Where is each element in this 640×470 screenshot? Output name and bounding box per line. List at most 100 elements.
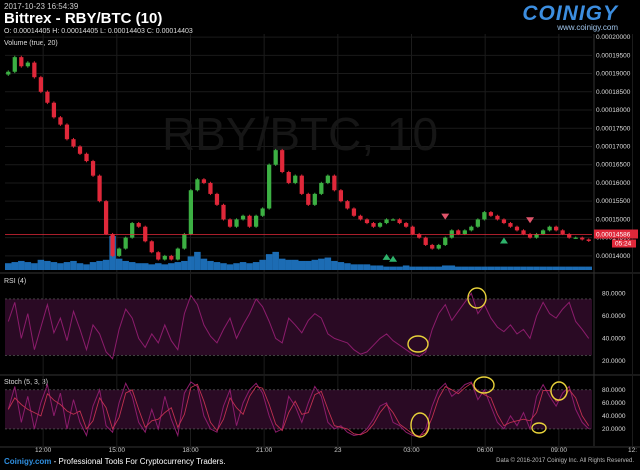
x-axis: 12:00 15:00 18:00 21:00 23 03:00 06:00 09:00 12:: [35, 447, 637, 454]
x-tick-label: 21:00: [256, 447, 273, 454]
volume-bar: [252, 262, 260, 270]
volume-bar: [174, 262, 182, 270]
candle-body: [45, 91, 50, 103]
volume-bar: [102, 259, 110, 270]
volume-bar: [115, 258, 123, 270]
candle-body: [449, 230, 454, 238]
volume-bar: [181, 260, 188, 270]
x-tick-label: 03:00: [403, 447, 420, 454]
candle-body: [462, 230, 467, 235]
buy-arrow-icon: [499, 237, 508, 244]
volume-bar: [278, 258, 286, 270]
candle-body: [351, 208, 357, 216]
volume-bar: [565, 266, 573, 270]
candle-body: [554, 226, 559, 231]
volume-bar: [44, 260, 51, 270]
candle-body: [390, 219, 396, 221]
volume-bar: [552, 266, 560, 270]
volume-bar: [122, 260, 129, 270]
volume-bar: [376, 265, 384, 270]
candle-body: [560, 230, 565, 235]
volume-bar: [350, 264, 358, 270]
volume-bar: [520, 266, 527, 270]
volume-bar: [539, 266, 547, 270]
overbought-band: [5, 298, 592, 356]
candle-body: [77, 146, 83, 154]
volume-bar: [305, 260, 312, 270]
candle-body: [482, 212, 487, 220]
candle-body: [521, 230, 526, 235]
volume-bar: [50, 262, 58, 270]
volume-bar: [402, 265, 410, 270]
candle-body: [175, 248, 180, 260]
volume-bar: [474, 266, 482, 270]
volume-bar: [428, 266, 436, 270]
candle-body: [201, 179, 207, 183]
oscillator-tick-label: 40.0000: [602, 335, 626, 342]
volume-bar: [435, 266, 442, 270]
volume-bar: [285, 259, 292, 270]
price-chart[interactable]: RBY/BTC, 10 0.00020000 0.00019500 0.000190…: [0, 0, 640, 470]
oscillator-tick-label: 80.0000: [602, 290, 626, 297]
volume-bar: [141, 263, 149, 270]
y-axes: 0.00020000 0.00019500 0.00019000 0.00018500…: [594, 34, 638, 433]
price-tick-label: 0.00018000: [596, 107, 631, 114]
volume-bar: [559, 266, 566, 270]
candle-body: [293, 175, 298, 183]
volume-bar: [533, 266, 540, 270]
candle-body: [436, 244, 441, 249]
candle-body: [130, 223, 135, 238]
candle-body: [117, 248, 122, 256]
volume-bar: [487, 266, 495, 270]
volume-bar: [135, 263, 142, 270]
candle-body: [38, 77, 43, 92]
candle-body: [286, 172, 291, 183]
candle-body: [573, 237, 578, 239]
volume-bar: [324, 257, 332, 270]
volume-bar: [448, 265, 456, 270]
candle-body: [403, 223, 409, 227]
volume-bar: [220, 263, 227, 270]
volume-bar: [200, 258, 208, 270]
candle-body: [312, 193, 317, 205]
candle-body: [71, 139, 76, 147]
volume-bar: [585, 266, 592, 270]
volume-bar: [70, 260, 77, 270]
footer-link[interactable]: Coinigy.com: [4, 457, 51, 466]
candle-body: [195, 179, 200, 191]
candle-body: [540, 230, 546, 235]
candle-body: [306, 193, 311, 205]
x-tick-label: 18:00: [182, 447, 199, 454]
volume-bar: [344, 263, 351, 270]
candle-body: [208, 182, 213, 194]
price-tick-label: 0.00020000: [596, 34, 631, 41]
oscillator-tick-label: 20.0000: [602, 358, 626, 365]
volume-bar: [76, 263, 84, 270]
volume-bar: [318, 258, 325, 270]
candle-body: [501, 219, 507, 224]
candle-body: [136, 223, 141, 227]
candle-body: [253, 215, 259, 227]
candle-body: [162, 255, 167, 260]
price-tick-label: 0.00019000: [596, 71, 631, 78]
candle-body: [495, 215, 500, 220]
candle-body: [12, 57, 17, 72]
candle-body: [267, 164, 272, 209]
price-tick-label: 0.00019500: [596, 52, 631, 59]
footer-brand: Coinigy.com - Professional Tools For Cry…: [4, 457, 226, 466]
candle-body: [397, 219, 402, 224]
watermark: RBY/BTC, 10: [162, 108, 438, 160]
candle-body: [332, 175, 337, 191]
candle-body: [149, 241, 154, 253]
volume-bar: [233, 263, 240, 270]
volume-bar: [494, 266, 501, 270]
candle-body: [227, 219, 233, 227]
candle-body: [260, 208, 265, 216]
candle-body: [514, 226, 520, 231]
volume-bar: [226, 264, 234, 270]
volume-bar: [11, 262, 19, 270]
countdown-timer: 05:24: [615, 241, 632, 248]
volume-bar: [259, 259, 266, 270]
footer-copyright: Data © 2016-2017 Coinigy Inc. All Rights…: [496, 458, 634, 464]
volume-bar: [207, 260, 214, 270]
